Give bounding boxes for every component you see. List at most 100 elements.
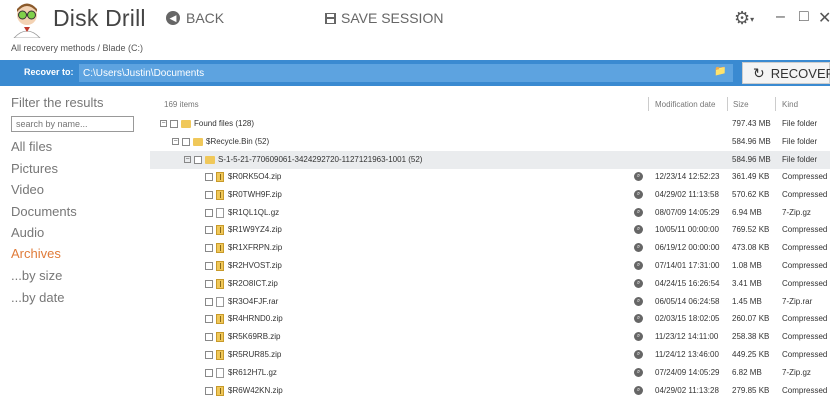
file-size: 6.82 MB: [732, 367, 762, 377]
folder-icon: [193, 138, 203, 146]
folder-row[interactable]: − Found files (128) 797.43 MB File folder: [150, 115, 830, 133]
file-row[interactable]: $R0TWH9F.zip ⌕ 04/29/02 11:13:58 570.62 KB C…: [150, 186, 830, 204]
row-checkbox[interactable]: [182, 138, 190, 146]
recover-button[interactable]: ↻ RECOVER: [742, 62, 830, 84]
row-checkbox[interactable]: [205, 315, 213, 324]
app-title: Disk Drill: [53, 5, 146, 31]
file-kind: Compressed: [782, 314, 828, 324]
search-input[interactable]: [11, 116, 134, 132]
sidebar-item-pictures[interactable]: Pictures: [11, 161, 58, 176]
recover-bar: Recover to: 📁: [0, 60, 830, 86]
preview-magnifier-icon[interactable]: ⌕: [634, 243, 643, 253]
minimize-button[interactable]: –: [776, 8, 785, 26]
maximize-button[interactable]: □: [799, 8, 809, 26]
settings-gear-icon[interactable]: ⚙▾: [734, 8, 754, 29]
file-kind: Compressed: [782, 385, 828, 395]
file-name: $R2O8ICT.zip: [228, 278, 278, 288]
row-checkbox[interactable]: [194, 156, 202, 164]
file-name: $R2HVOST.zip: [228, 261, 282, 270]
file-row[interactable]: $R2HVOST.zip ⌕ 07/14/01 17:31:00 1.08 MB Com…: [150, 257, 830, 275]
save-session-button[interactable]: SAVE SESSION: [325, 10, 443, 26]
row-checkbox[interactable]: [205, 208, 213, 217]
save-session-icon: [325, 12, 336, 24]
sidebar-item-archives[interactable]: Archives: [11, 246, 61, 261]
collapse-toggle-icon[interactable]: −: [160, 120, 167, 127]
row-checkbox[interactable]: [205, 368, 213, 377]
file-row[interactable]: $R4HRND0.zip ⌕ 02/03/15 18:02:05 260.07 KB C…: [150, 310, 830, 328]
row-checkbox[interactable]: [205, 262, 213, 270]
items-count: 169 items: [164, 100, 199, 109]
file-row[interactable]: $R3O4FJF.rar ⌕ 06/05/14 06:24:58 1.45 MB 7-Z…: [150, 293, 830, 311]
column-size[interactable]: Size: [733, 100, 749, 109]
file-size: 6.94 MB: [732, 207, 762, 217]
file-row[interactable]: $R2O8ICT.zip ⌕ 04/24/15 16:26:54 3.41 MB Com…: [150, 275, 830, 293]
recover-path-input[interactable]: [79, 64, 733, 82]
preview-magnifier-icon[interactable]: ⌕: [634, 350, 643, 359]
file-kind: Compressed: [782, 225, 828, 235]
zip-file-icon: [216, 385, 224, 396]
file-row[interactable]: $R5RUR85.zip ⌕ 11/24/12 13:46:00 449.25 KB C…: [150, 346, 830, 364]
row-checkbox[interactable]: [205, 333, 213, 342]
file-row[interactable]: $R5K69RB.zip ⌕ 11/23/12 14:11:00 258.38 KB C…: [150, 328, 830, 346]
collapse-toggle-icon[interactable]: −: [184, 156, 191, 163]
file-size: 279.85 KB: [732, 385, 770, 395]
sidebar-item-by-size[interactable]: ...by size: [11, 268, 62, 283]
row-checkbox[interactable]: [205, 244, 213, 253]
file-row[interactable]: $R6W42KN.zip ⌕ 04/29/02 11:13:28 279.85 KB C…: [150, 382, 830, 400]
row-checkbox[interactable]: [205, 351, 213, 359]
row-checkbox[interactable]: [205, 297, 213, 306]
row-checkbox[interactable]: [205, 386, 213, 395]
file-size: 3.41 MB: [732, 278, 762, 288]
file-date: 08/07/09 14:05:29: [655, 207, 720, 217]
preview-magnifier-icon[interactable]: ⌕: [634, 296, 643, 306]
folder-row[interactable]: − S-1-5-21-770609061-3424292720-112712196…: [150, 151, 830, 169]
file-date: 06/05/14 06:24:58: [655, 296, 720, 306]
preview-magnifier-icon[interactable]: ⌕: [634, 278, 643, 288]
file-date: 11/23/12 14:11:00: [655, 332, 719, 342]
close-button[interactable]: ✕: [818, 8, 830, 28]
row-checkbox[interactable]: [205, 226, 213, 235]
browse-folder-icon[interactable]: 📁: [714, 66, 726, 77]
sidebar-item-video[interactable]: Video: [11, 182, 44, 197]
sidebar-item-by-date[interactable]: ...by date: [11, 290, 64, 305]
zip-file-icon: [216, 350, 224, 360]
preview-magnifier-icon[interactable]: ⌕: [634, 189, 643, 199]
row-checkbox[interactable]: [205, 190, 213, 199]
file-name: $R0TWH9F.zip: [228, 189, 282, 199]
title-bar: Disk Drill ◀ BACK SAVE SESSION ⚙▾ – □ ✕: [0, 0, 830, 38]
preview-magnifier-icon[interactable]: ⌕: [634, 225, 643, 235]
file-row[interactable]: $R1QL1QL.gz ⌕ 08/07/09 14:05:29 6.94 MB 7-Zi…: [150, 204, 830, 222]
preview-magnifier-icon[interactable]: ⌕: [634, 314, 643, 324]
preview-magnifier-icon[interactable]: ⌕: [634, 367, 643, 377]
sidebar-item-documents[interactable]: Documents: [11, 204, 77, 219]
preview-magnifier-icon[interactable]: ⌕: [634, 261, 643, 270]
preview-magnifier-icon[interactable]: ⌕: [634, 385, 643, 395]
preview-magnifier-icon[interactable]: ⌕: [634, 207, 643, 217]
zip-file-icon: [216, 278, 224, 289]
file-kind: Compressed: [782, 278, 828, 288]
folder-row[interactable]: − $Recycle.Bin (52) 584.96 MB File folder: [150, 133, 830, 151]
folder-name: $Recycle.Bin (52): [206, 137, 270, 146]
row-checkbox[interactable]: [170, 120, 178, 128]
row-checkbox[interactable]: [205, 279, 213, 288]
back-button[interactable]: ◀ BACK: [166, 10, 224, 26]
file-row[interactable]: $R1XFRPN.zip ⌕ 06/19/12 00:00:00 473.08 KB C…: [150, 239, 830, 257]
file-row[interactable]: $R1W9YZ4.zip ⌕ 10/05/11 00:00:00 769.52 KB C…: [150, 221, 830, 239]
collapse-toggle-icon[interactable]: −: [172, 138, 179, 145]
preview-magnifier-icon[interactable]: ⌕: [634, 332, 643, 342]
row-checkbox[interactable]: [205, 173, 213, 181]
file-name: $R1QL1QL.gz: [228, 207, 280, 217]
sidebar-item-audio[interactable]: Audio: [11, 225, 44, 240]
preview-magnifier-icon[interactable]: ⌕: [634, 172, 643, 181]
file-row[interactable]: $R612H7L.gz ⌕ 07/24/09 14:05:29 6.82 MB 7-Zi…: [150, 364, 830, 382]
file-name: $R5K69RB.zip: [228, 332, 281, 342]
zip-file-icon: [216, 225, 224, 236]
file-kind: Compressed: [782, 189, 828, 199]
column-modified[interactable]: Modification date: [655, 100, 715, 109]
sidebar-item-all-files[interactable]: All files: [11, 139, 52, 154]
file-row[interactable]: $R0RK5O4.zip ⌕ 12/23/14 12:52:23 361.49 KB C…: [150, 168, 830, 186]
column-kind[interactable]: Kind: [782, 100, 798, 109]
file-name: $R0RK5O4.zip: [228, 172, 282, 181]
file-kind: Compressed: [782, 243, 828, 253]
file-name: $R6W42KN.zip: [228, 385, 283, 395]
